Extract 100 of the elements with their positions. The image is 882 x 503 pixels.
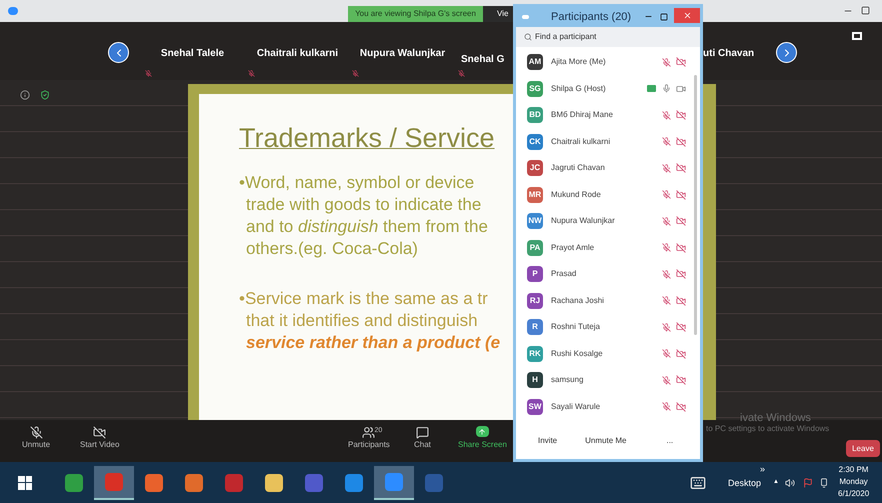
app-icon	[8, 7, 18, 15]
clock-day[interactable]: Monday	[839, 476, 868, 488]
participant-row[interactable]: P Prasad	[516, 261, 700, 288]
avatar-initials: AM	[527, 54, 543, 70]
avatar-initials: NW	[527, 213, 543, 230]
participant-name: BMб Dhiraj Mane	[551, 109, 614, 122]
muted-mic-icon	[248, 70, 255, 77]
participant-name: uti Chavan	[703, 47, 754, 61]
slide-text-line: trade with goods to indicate the	[245, 194, 482, 216]
start-icon[interactable]	[18, 476, 32, 490]
close-icon	[682, 11, 692, 20]
slide-text-line: others.(eg. Coca-Cola)	[245, 238, 419, 260]
maximize-icon[interactable]	[660, 13, 668, 21]
previous-arrow-button[interactable]	[108, 42, 129, 63]
participant-name: Prasad	[551, 268, 578, 280]
video-off-icon	[93, 426, 106, 439]
search-icon	[524, 33, 532, 41]
muted-mic-icon	[352, 70, 359, 77]
avatar-initials: SG	[527, 80, 543, 97]
activation-notice-title: ivate Windows	[739, 412, 811, 424]
participant-name: Roshni Tuteja	[551, 321, 601, 334]
invite-button[interactable]: Invite	[538, 435, 558, 447]
participant-row[interactable]: CK Chaitrali kulkarni	[516, 128, 700, 155]
unmute-button[interactable]: Unmute	[22, 426, 50, 451]
slide-text-line: service rather than a product (e	[245, 332, 502, 354]
participant-row[interactable]: H samsung	[516, 367, 700, 394]
gallery-view-icon[interactable]	[852, 32, 862, 40]
taskbar-app-button[interactable]	[374, 466, 414, 500]
participant-name: Shilpa G (Host)	[551, 82, 607, 95]
taskbar-app-button[interactable]	[94, 466, 134, 500]
next-arrow-button[interactable]	[776, 42, 797, 63]
participant-row[interactable]: MR Mukund Rode	[516, 182, 700, 208]
window-title: Participants (20)	[551, 10, 632, 25]
battery-icon[interactable]	[819, 478, 829, 488]
restore-icon[interactable]	[861, 6, 870, 15]
arrow-up-icon	[478, 428, 486, 436]
participant-name: Prayot Amle	[551, 242, 596, 254]
participant-row[interactable]: R Roshni Tuteja	[516, 314, 700, 340]
slide-text-line: that it identifies and distinguish	[245, 310, 479, 332]
search-field[interactable]: Find a participant	[516, 27, 700, 47]
chat-button[interactable]: Chat	[414, 426, 431, 451]
viewing-banner: You are viewing Shilpa G's screen	[348, 6, 483, 22]
participant-row[interactable]: NW Nupura Walunjkar	[516, 208, 700, 234]
share-screen-button[interactable]: Share Screen	[458, 426, 507, 451]
avatar-initials: RK	[527, 346, 543, 362]
participant-name: Rushi Kosalge	[551, 348, 604, 360]
participant-name: samsung	[551, 374, 584, 386]
participant-name: Mukund Rode	[551, 188, 602, 201]
slide-text-line: and to distinguish them from the	[245, 216, 489, 238]
unmute-me-button[interactable]: Unmute Me	[585, 435, 626, 447]
slide-text-line: •Service mark is the same as a tr	[239, 288, 489, 310]
participant-row[interactable]: RK Rushi Kosalge	[516, 340, 700, 367]
overflow-chevron[interactable]: »	[760, 463, 766, 476]
avatar-initials: R	[527, 319, 543, 336]
participant-row[interactable]: SG Shilpa G (Host)	[516, 76, 700, 102]
volume-icon[interactable]	[785, 478, 795, 488]
slide-title: Trademarks / Service	[239, 122, 496, 154]
avatar-initials: CK	[527, 134, 543, 150]
activation-notice-text: to PC settings to activate Windows	[706, 424, 830, 434]
people-icon	[362, 426, 374, 439]
muted-mic-icon	[458, 70, 465, 77]
participant-name: Nupura Walunjkar	[551, 215, 616, 228]
participant-name: Ajita More (Me)	[551, 56, 607, 68]
participant-name: Nupura Walunjkar	[360, 47, 446, 61]
chat-bubble-icon	[416, 426, 429, 439]
window-icon	[522, 15, 529, 19]
avatar-initials: PA	[527, 240, 543, 256]
clock-time[interactable]: 2:30 PM	[838, 464, 868, 476]
muted-mic-icon	[30, 426, 42, 439]
participant-name: Rachana Joshi	[551, 294, 605, 307]
avatar-initials: H	[527, 372, 543, 388]
participant-name: Chaitrali kulkarni	[551, 136, 612, 148]
participant-row[interactable]: PA Prayot Amle	[516, 234, 700, 261]
participant-name: Jagruti Chavan	[551, 162, 606, 174]
keyboard-icon[interactable]	[690, 475, 706, 491]
avatar-initials: MR	[527, 186, 543, 203]
avatar-initials: BD	[527, 107, 543, 124]
participant-row[interactable]: AM Ajita More (Me)	[516, 49, 700, 76]
more-button[interactable]: ...	[666, 435, 674, 447]
shield-icon[interactable]	[40, 90, 50, 100]
scrollbar-thumb[interactable]	[694, 75, 697, 335]
participant-name: Sayali Warule	[551, 400, 602, 413]
participant-row[interactable]: SW Sayali Warule	[516, 394, 700, 420]
flag-icon[interactable]	[803, 478, 813, 488]
start-video-button[interactable]: Start Video	[80, 426, 120, 451]
avatar-initials: SW	[527, 398, 543, 415]
participant-name: Snehal G	[461, 54, 504, 65]
desktop-toolbar-label[interactable]: Desktop	[728, 477, 762, 490]
clock-date[interactable]: 6/1/2020	[838, 488, 870, 500]
avatar-initials: RJ	[527, 292, 543, 309]
participant-row[interactable]: BD BMб Dhiraj Mane	[516, 102, 700, 128]
participants-label: Participants	[348, 439, 390, 451]
view-options-button[interactable]: Vie	[483, 6, 513, 22]
leave-button[interactable]: Leave	[846, 440, 880, 457]
participant-row[interactable]: JC Jagruti Chavan	[516, 155, 700, 182]
info-icon[interactable]	[20, 90, 30, 100]
participant-name: Chaitrali kulkarni	[256, 47, 338, 61]
participant-row[interactable]: RJ Rachana Joshi	[516, 288, 700, 314]
muted-mic-icon	[145, 70, 152, 77]
participant-name: Snehal Talele	[160, 47, 224, 61]
